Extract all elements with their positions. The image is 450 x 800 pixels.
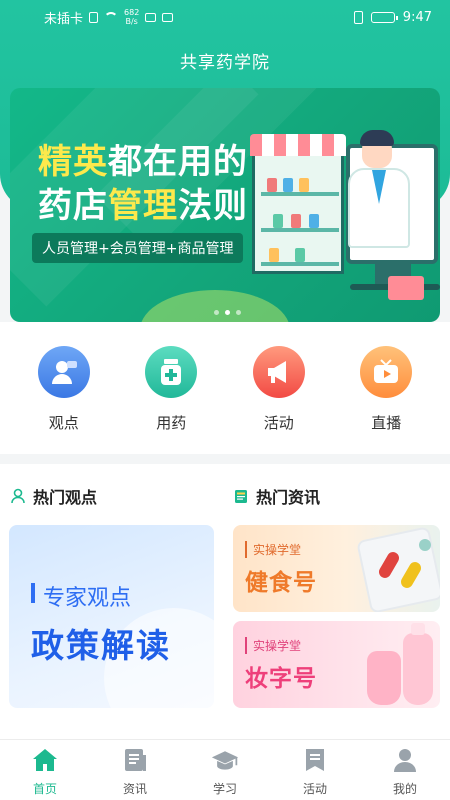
card-accent-bar bbox=[31, 583, 35, 603]
app-title: 共享药学院 bbox=[180, 53, 270, 73]
pharmacy-illustration bbox=[250, 130, 440, 304]
megaphone-icon bbox=[252, 346, 305, 398]
tab-news[interactable]: 资讯 bbox=[90, 740, 180, 800]
doctor-hair bbox=[360, 130, 394, 146]
news-book-icon bbox=[235, 490, 247, 503]
carousel-dot[interactable] bbox=[225, 310, 230, 315]
carousel-dots[interactable] bbox=[214, 310, 241, 315]
tab-label: 首页 bbox=[32, 782, 57, 796]
bottle bbox=[269, 248, 279, 262]
section-hot-views[interactable]: 热门观点 bbox=[10, 484, 97, 508]
shelf bbox=[261, 228, 339, 232]
tab-study[interactable]: 学习 bbox=[180, 740, 270, 800]
user-profile-icon bbox=[391, 746, 419, 774]
bottle bbox=[295, 248, 305, 262]
sim-icon bbox=[89, 11, 99, 23]
section-title: 热门观点 bbox=[33, 488, 98, 507]
cosmetic-bottle bbox=[403, 633, 433, 705]
tab-label: 活动 bbox=[302, 782, 327, 796]
medkit-icon bbox=[388, 276, 424, 300]
expert-user-icon bbox=[37, 346, 90, 398]
shop-awning bbox=[250, 134, 346, 156]
quick-nav-medicine[interactable]: 用药 bbox=[131, 322, 211, 454]
battery-icon bbox=[370, 11, 398, 23]
card-expert-opinion[interactable]: 专家观点 政策解读 bbox=[9, 525, 214, 708]
quick-nav-label: 用药 bbox=[156, 414, 187, 432]
carousel-dot[interactable] bbox=[214, 310, 219, 315]
banner-title-text: 法则 bbox=[178, 186, 248, 226]
nfc-icon bbox=[145, 12, 157, 22]
banner-title-text: 都在用的 bbox=[108, 142, 248, 182]
quick-nav-live[interactable]: 直播 bbox=[346, 322, 426, 454]
bottle bbox=[299, 178, 309, 192]
shelf bbox=[261, 262, 339, 266]
banner-title-highlight: 精英 bbox=[38, 142, 108, 182]
bottle bbox=[283, 178, 293, 192]
quick-nav-label: 直播 bbox=[371, 414, 402, 432]
tab-profile[interactable]: 我的 bbox=[360, 740, 450, 800]
carrier-text: 未插卡 bbox=[44, 11, 84, 27]
shop-shelves bbox=[252, 156, 344, 274]
tab-label: 学习 bbox=[212, 782, 237, 796]
card-title: 政策解读 bbox=[31, 626, 171, 665]
wifi-icon bbox=[104, 12, 119, 22]
speed-unit: B/s bbox=[125, 17, 138, 26]
document-icon bbox=[121, 746, 149, 774]
cosmetic-bottle bbox=[367, 651, 401, 705]
tab-label: 我的 bbox=[392, 782, 417, 796]
card-health-food[interactable]: 实操学堂 健食号 bbox=[233, 525, 440, 612]
card-subtitle: 专家观点 bbox=[43, 586, 132, 611]
tab-activity[interactable]: 活动 bbox=[270, 740, 360, 800]
home-icon bbox=[31, 746, 59, 774]
graduation-cap-icon bbox=[211, 746, 239, 774]
bottom-tab-bar: 首页 资讯 学习 活动 我的 bbox=[0, 739, 450, 800]
quick-nav: 观点 用药 活动 直播 bbox=[0, 322, 450, 454]
quick-nav-label: 活动 bbox=[263, 414, 294, 432]
banner-title-highlight: 管理 bbox=[108, 186, 178, 226]
tab-label: 资讯 bbox=[122, 782, 147, 796]
medicine-bottle-icon bbox=[145, 346, 198, 398]
message-icon bbox=[162, 12, 174, 22]
card-tag: 实操学堂 bbox=[245, 637, 301, 654]
banner-title-text: 药店 bbox=[38, 186, 108, 226]
bottle bbox=[273, 214, 283, 228]
speed-value: 682 bbox=[124, 8, 140, 17]
network-speed: 682 B/s bbox=[124, 8, 139, 26]
banner-subtitle: 人员管理+会员管理+商品管理 bbox=[32, 233, 244, 263]
vibrate-icon bbox=[353, 10, 363, 24]
tv-play-icon bbox=[360, 346, 413, 398]
status-bar: 未插卡 682 B/s 9:47 bbox=[0, 0, 450, 34]
section-title: 热门资讯 bbox=[256, 488, 321, 507]
card-cosmetics[interactable]: 实操学堂 妆字号 bbox=[233, 621, 440, 708]
promo-banner[interactable]: 精英都在用的 药店管理法则 人员管理+会员管理+商品管理 bbox=[10, 88, 440, 322]
section-hot-news[interactable]: 热门资讯 bbox=[233, 484, 320, 508]
bookmark-icon bbox=[301, 746, 329, 774]
person-outline-icon bbox=[11, 488, 25, 504]
bottle bbox=[291, 214, 301, 228]
card-tag: 实操学堂 bbox=[245, 541, 301, 558]
quick-nav-label: 观点 bbox=[48, 414, 79, 432]
pump-cap bbox=[411, 623, 425, 635]
pill bbox=[419, 539, 431, 551]
bottle bbox=[267, 178, 277, 192]
hot-content: 热门观点 热门资讯 专家观点 政策解读 实操学堂 健食号 实操学堂 妆字号 bbox=[0, 464, 450, 739]
quick-nav-activity[interactable]: 活动 bbox=[239, 322, 319, 454]
card-title: 健食号 bbox=[245, 570, 317, 596]
carousel-dot[interactable] bbox=[236, 310, 241, 315]
bottle bbox=[309, 214, 319, 228]
banner-title: 精英都在用的 药店管理法则 bbox=[38, 140, 248, 228]
card-title: 妆字号 bbox=[245, 666, 317, 692]
quick-nav-views[interactable]: 观点 bbox=[24, 322, 104, 454]
tab-home[interactable]: 首页 bbox=[0, 740, 90, 800]
clock: 9:47 bbox=[402, 9, 432, 25]
shelf bbox=[261, 192, 339, 196]
